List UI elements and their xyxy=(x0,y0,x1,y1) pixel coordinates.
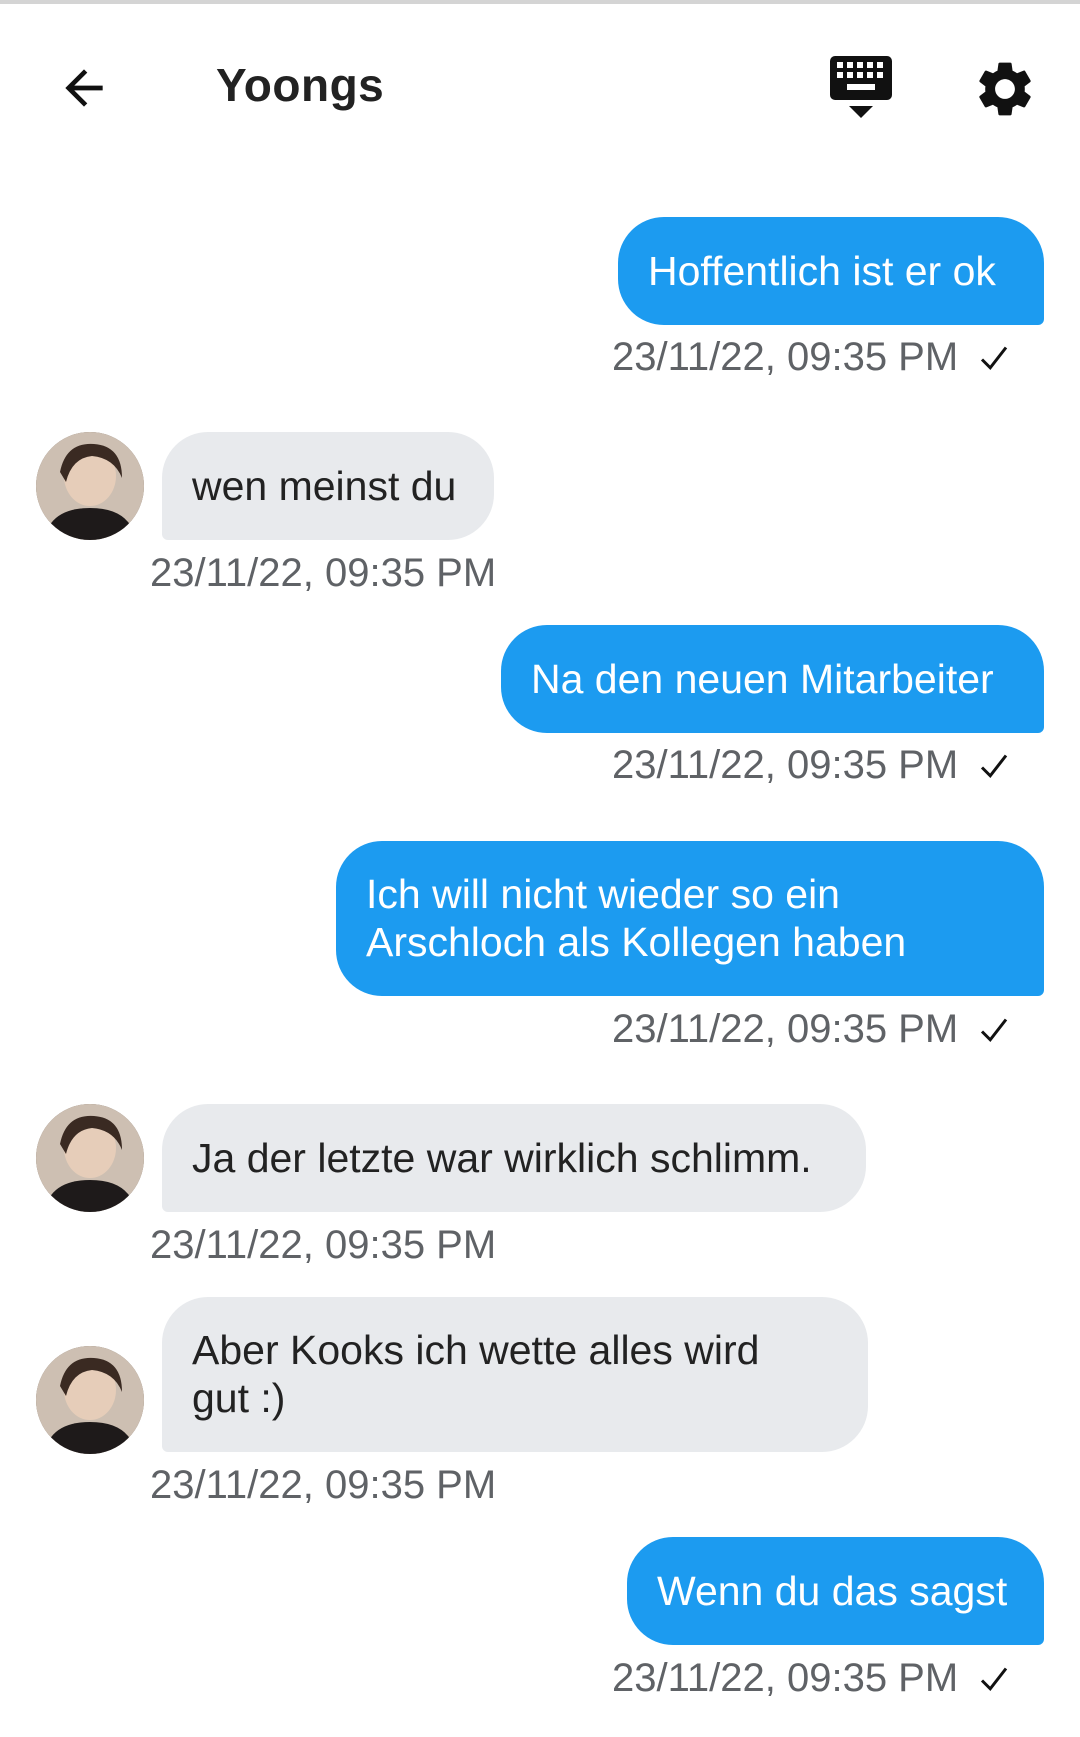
message-timestamp-row: 23/11/22, 09:35 PM xyxy=(612,1656,1012,1701)
sent-check-icon xyxy=(976,1012,1012,1048)
gear-icon xyxy=(979,62,1031,116)
message-timestamp-row: 23/11/22, 09:35 PM xyxy=(150,1223,496,1268)
back-button[interactable] xyxy=(52,56,116,120)
message-timestamp: 23/11/22, 09:35 PM xyxy=(150,1463,497,1507)
message-text-line: Arschloch als Kollegen haben xyxy=(366,919,907,965)
message-timestamp: 23/11/22, 09:35 PM xyxy=(150,1223,497,1267)
contact-avatar[interactable] xyxy=(36,1104,144,1212)
sent-check-icon xyxy=(976,340,1012,376)
outgoing-message-bubble[interactable]: Na den neuen Mitarbeiter xyxy=(501,625,1044,733)
settings-button[interactable] xyxy=(972,56,1044,128)
message-text: Hoffentlich ist er ok xyxy=(648,248,996,294)
message-timestamp-row: 23/11/22, 09:35 PM xyxy=(612,335,1012,380)
contact-avatar[interactable] xyxy=(36,432,144,540)
arrow-left-icon xyxy=(65,69,103,107)
message-timestamp: 23/11/22, 09:35 PM xyxy=(612,1656,959,1700)
message-text-line: Aber Kooks ich wette alles wird xyxy=(192,1327,760,1373)
sent-check-icon xyxy=(976,748,1012,784)
message-text: Wenn du das sagst xyxy=(657,1568,1008,1614)
message-timestamp-row: 23/11/22, 09:35 PM xyxy=(612,743,1012,788)
message-timestamp: 23/11/22, 09:35 PM xyxy=(612,743,959,787)
message-timestamp: 23/11/22, 09:35 PM xyxy=(150,551,497,595)
message-text: wen meinst du xyxy=(192,463,457,509)
sent-check-icon xyxy=(976,1661,1012,1697)
message-timestamp: 23/11/22, 09:35 PM xyxy=(612,335,959,379)
outgoing-message-bubble[interactable]: Wenn du das sagst xyxy=(627,1537,1044,1645)
contact-avatar[interactable] xyxy=(36,1346,144,1454)
message-text: Ja der letzte war wirklich schlimm. xyxy=(192,1135,812,1181)
chat-header: Yoongs xyxy=(0,0,1080,170)
outgoing-message-bubble[interactable]: Ich will nicht wieder so ein Arschloch a… xyxy=(336,841,1044,996)
incoming-message-bubble[interactable]: wen meinst du xyxy=(162,432,494,540)
incoming-message-bubble[interactable]: Ja der letzte war wirklich schlimm. xyxy=(162,1104,866,1212)
outgoing-message-bubble[interactable]: Hoffentlich ist er ok xyxy=(618,217,1044,325)
message-text-line: Ich will nicht wieder so ein xyxy=(366,871,840,917)
message-timestamp-row: 23/11/22, 09:35 PM xyxy=(612,1007,1012,1052)
message-text-line: gut :) xyxy=(192,1375,286,1421)
keyboard-hide-icon xyxy=(830,56,892,118)
message-timestamp-row: 23/11/22, 09:35 PM xyxy=(150,551,496,596)
message-timestamp: 23/11/22, 09:35 PM xyxy=(612,1007,959,1051)
conversation-title: Yoongs xyxy=(216,59,385,111)
incoming-message-bubble[interactable]: Aber Kooks ich wette alles wird gut :) xyxy=(162,1297,868,1452)
message-timestamp-row: 23/11/22, 09:35 PM xyxy=(150,1463,496,1508)
message-text: Na den neuen Mitarbeiter xyxy=(531,656,994,702)
keyboard-hide-button[interactable] xyxy=(826,52,902,132)
